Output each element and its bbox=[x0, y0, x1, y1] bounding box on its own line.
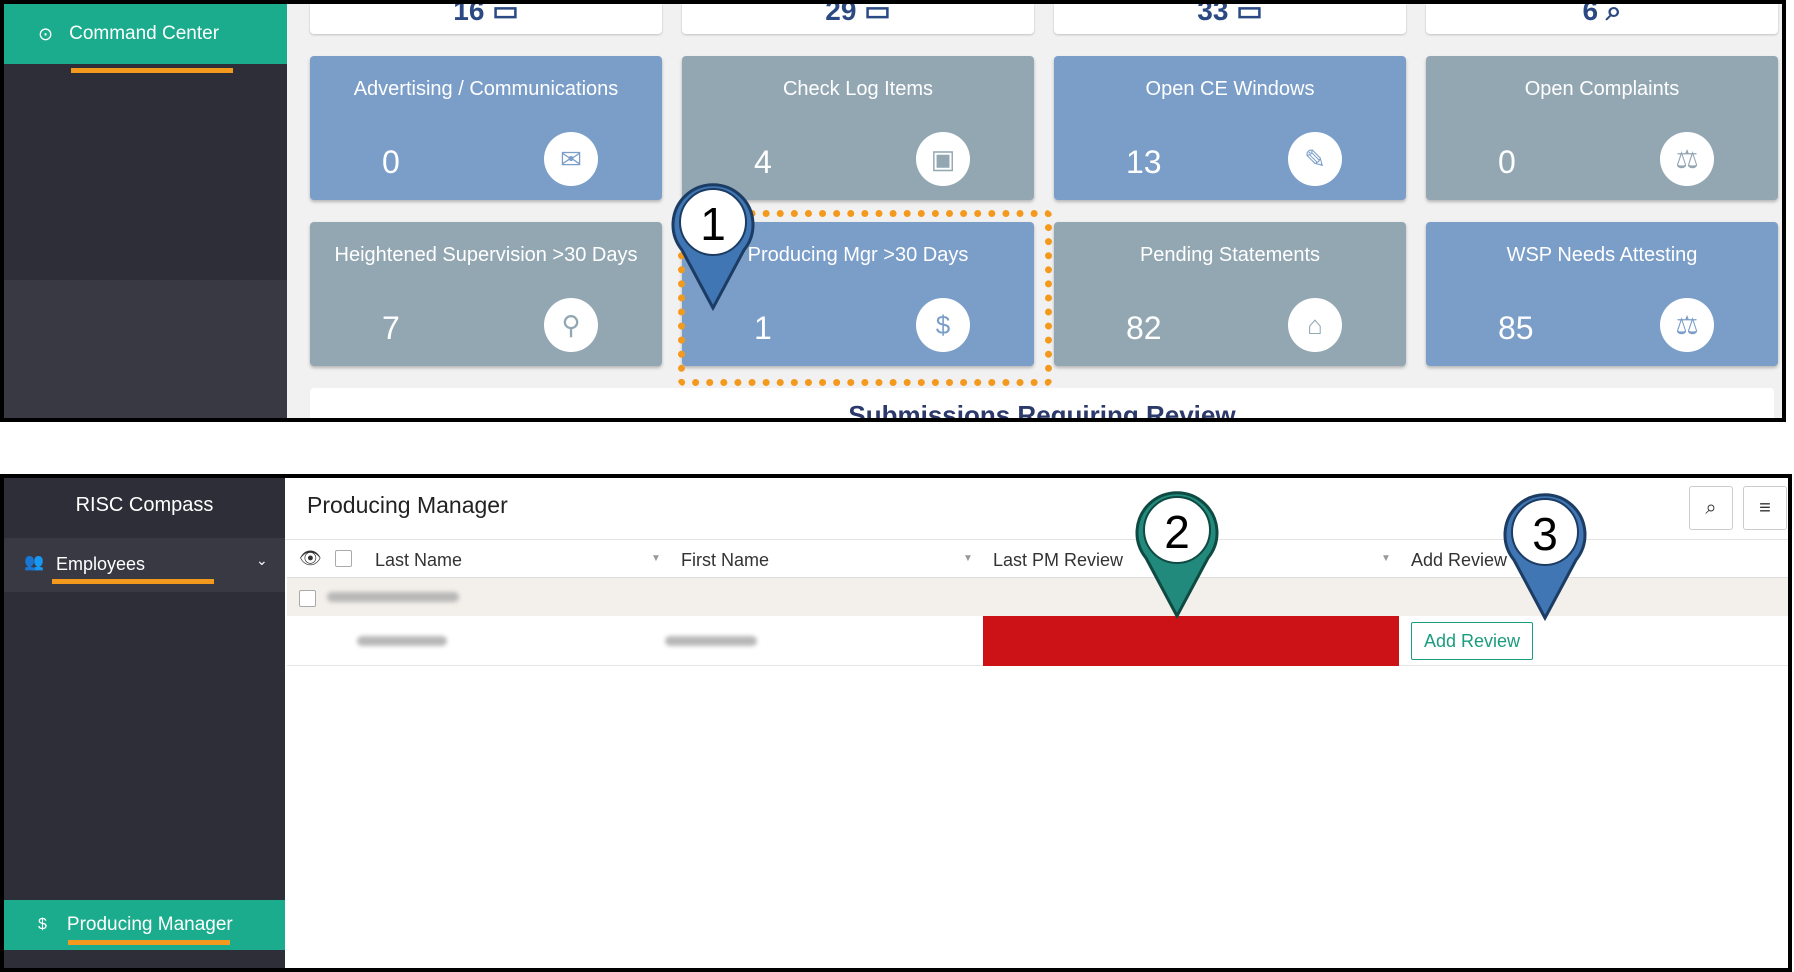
submissions-heading: Submissions Requiring Review bbox=[848, 400, 1236, 422]
tile-open-complaints[interactable]: Open Complaints 0 ⚖ bbox=[1426, 56, 1778, 200]
card-count: 33 bbox=[1197, 4, 1229, 26]
callout-marker-1: 1 bbox=[671, 183, 755, 312]
select-all-checkbox[interactable] bbox=[335, 550, 352, 567]
tile-open-ce[interactable]: Open CE Windows 13 ✎ bbox=[1054, 56, 1406, 200]
marker-number: 3 bbox=[1532, 508, 1558, 560]
tile-count: 4 bbox=[754, 144, 772, 180]
tile-count: 7 bbox=[382, 310, 400, 346]
search-icon: ⌕ bbox=[1605, 4, 1622, 26]
envelope-icon: ✉ bbox=[544, 132, 598, 186]
hamburger-icon: ≡ bbox=[1759, 496, 1771, 519]
sort-caret-icon[interactable]: ▼ bbox=[651, 553, 661, 564]
gavel-icon: ⚖ bbox=[1660, 132, 1714, 186]
brand-name: RISC Compass bbox=[75, 494, 214, 516]
tile-title: Open CE Windows bbox=[1145, 78, 1315, 100]
eye-icon[interactable]: 👁 bbox=[299, 548, 322, 569]
redacted-first-name bbox=[665, 636, 757, 646]
column-header-add-review: Add Review bbox=[1411, 550, 1508, 570]
tile-advertising[interactable]: Advertising / Communications 0 ✉ bbox=[310, 56, 662, 200]
last-pm-review-cell bbox=[983, 616, 1399, 666]
document-icon: ▭ bbox=[1236, 4, 1263, 26]
gavel-icon: ⚖ bbox=[1660, 298, 1714, 352]
tile-check-log[interactable]: Check Log Items 4 ▣ bbox=[682, 56, 1034, 200]
tile-count: 0 bbox=[382, 144, 400, 180]
document-icon: ▭ bbox=[492, 4, 519, 26]
sidebar-item-label: Employees bbox=[56, 554, 146, 574]
sort-caret-icon[interactable]: ▼ bbox=[1381, 553, 1391, 564]
menu-button[interactable]: ≡ bbox=[1743, 486, 1787, 530]
marker-number: 2 bbox=[1164, 506, 1190, 558]
active-underline bbox=[52, 579, 214, 584]
tile-count: 85 bbox=[1498, 310, 1534, 346]
active-underline bbox=[71, 68, 233, 73]
users-icon: 👥 bbox=[24, 554, 44, 571]
add-review-button[interactable]: Add Review bbox=[1411, 622, 1533, 660]
active-underline bbox=[68, 940, 230, 945]
tile-title: Advertising / Communications bbox=[353, 78, 619, 100]
card-count: 6 bbox=[1582, 4, 1599, 26]
marker-number: 1 bbox=[700, 198, 726, 250]
tile-title: Check Log Items bbox=[782, 78, 934, 100]
column-header-last-pm-review[interactable]: Last PM Review bbox=[993, 550, 1123, 571]
sidebar-item-employees[interactable]: 👥 Employees ⌄ bbox=[4, 538, 285, 592]
search-button[interactable]: ⌕ bbox=[1689, 486, 1733, 530]
tile-title: Open Complaints bbox=[1524, 78, 1680, 100]
sort-caret-icon[interactable]: ▼ bbox=[963, 553, 973, 564]
producing-manager-panel: RISC Compass 👥 Employees ⌄ $ Producing M… bbox=[0, 474, 1792, 972]
sidebar-item-command-center[interactable]: ⊙ Command Center bbox=[4, 4, 287, 64]
dashboard-icon: ⊙ bbox=[38, 23, 54, 44]
submissions-card: Submissions Requiring Review bbox=[310, 388, 1774, 422]
callout-marker-2: 2 bbox=[1135, 491, 1219, 620]
page-title: Producing Manager bbox=[307, 492, 508, 518]
tile-count: 82 bbox=[1126, 310, 1162, 346]
document-icon: ▭ bbox=[864, 4, 891, 26]
tile-title: Heightened Supervision >30 Days bbox=[334, 244, 638, 266]
callout-marker-3: 3 bbox=[1503, 493, 1587, 622]
bank-icon: ⌂ bbox=[1288, 298, 1342, 352]
column-header-first-name[interactable]: First Name bbox=[681, 550, 769, 571]
card-count: 16 bbox=[453, 4, 485, 26]
tile-wsp-attesting[interactable]: WSP Needs Attesting 85 ⚖ bbox=[1426, 222, 1778, 366]
top-row-card[interactable]: 16 ▭ bbox=[310, 4, 662, 34]
user-search-icon: ⚲ bbox=[544, 298, 598, 352]
check-certificate-icon: ▣ bbox=[916, 132, 970, 186]
table-row[interactable]: Add Review bbox=[287, 616, 1788, 666]
sidebar-lower bbox=[4, 280, 287, 418]
tile-title: WSP Needs Attesting bbox=[1506, 244, 1698, 266]
sidebar: RISC Compass 👥 Employees ⌄ $ Producing M… bbox=[4, 478, 285, 968]
chevron-down-icon: ⌄ bbox=[256, 552, 268, 568]
card-count: 29 bbox=[825, 4, 857, 26]
tile-count: 0 bbox=[1498, 144, 1516, 180]
tile-heightened-supervision[interactable]: Heightened Supervision >30 Days 7 ⚲ bbox=[310, 222, 662, 366]
redacted-last-name bbox=[357, 636, 447, 646]
tile-pending-statements[interactable]: Pending Statements 82 ⌂ bbox=[1054, 222, 1406, 366]
tile-title: Pending Statements bbox=[1139, 244, 1321, 266]
money-bag-icon: $ bbox=[38, 916, 47, 933]
column-header-last-name[interactable]: Last Name bbox=[375, 550, 462, 571]
redacted-group-label bbox=[327, 592, 459, 602]
tile-count: 13 bbox=[1126, 144, 1162, 180]
sidebar-item-label: Producing Manager bbox=[66, 914, 233, 935]
pencil-icon: ✎ bbox=[1288, 132, 1342, 186]
top-row-card[interactable]: 6 ⌕ bbox=[1426, 4, 1778, 34]
sidebar-item-label: Command Center bbox=[69, 23, 220, 44]
search-icon: ⌕ bbox=[1705, 496, 1717, 519]
group-checkbox[interactable] bbox=[299, 590, 316, 607]
top-row-card[interactable]: 29 ▭ bbox=[682, 4, 1034, 34]
top-row-card[interactable]: 33 ▭ bbox=[1054, 4, 1406, 34]
command-center-panel: ⊙ Command Center 16 ▭ 29 ▭ 33 ▭ 6 ⌕ Adve… bbox=[0, 0, 1786, 422]
sidebar: ⊙ Command Center bbox=[4, 4, 287, 418]
